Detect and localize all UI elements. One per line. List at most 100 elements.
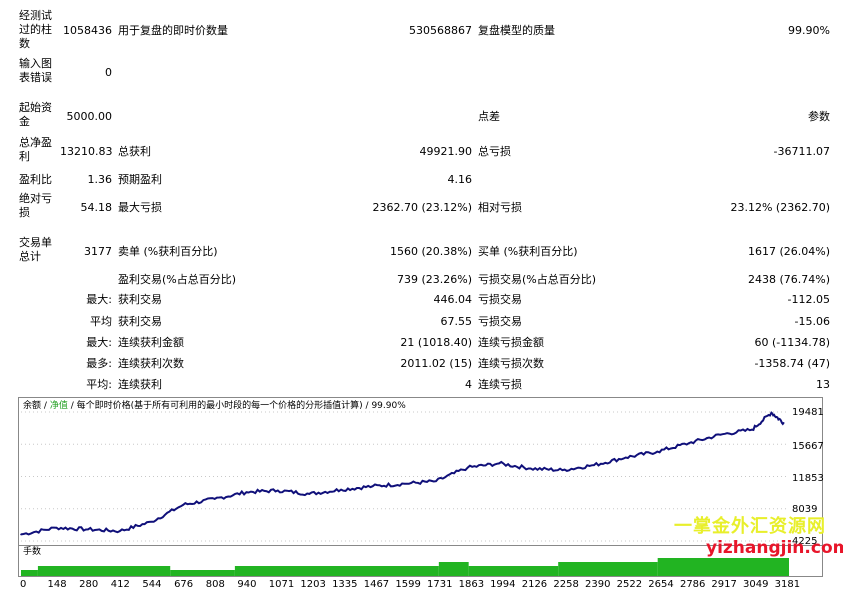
deposit-label: 起始资金 [19, 101, 52, 128]
x-tick-label: 1599 [395, 579, 421, 590]
volume-bar [21, 570, 38, 576]
max-consecutive-losses-value: 60 (-1134.78) [754, 336, 830, 349]
mismatch-value: 0 [105, 66, 112, 79]
balance-point [20, 533, 22, 536]
balance-point [87, 528, 89, 531]
max-consecutive-profit-value: 2011.02 (15) [400, 357, 472, 370]
average-prefix: 平均 [90, 315, 112, 328]
x-tick-label: 2258 [553, 579, 579, 590]
balance-point [403, 482, 406, 485]
x-tick-label: 2522 [616, 579, 643, 590]
expected-payoff-value: 4.16 [447, 173, 473, 186]
volume-bar [438, 562, 469, 576]
short-positions-label: 卖单 (%获利百分比) [118, 245, 218, 258]
largest-loss-value: -112.05 [787, 293, 830, 306]
max-consecutive-losses-label: 连续亏损金额 [478, 336, 544, 349]
max-drawdown-label: 最大亏损 [118, 201, 162, 214]
balance-point [656, 450, 659, 453]
volume-bar [234, 566, 439, 576]
mismatch-label: 输入图表错误 [19, 57, 52, 84]
deposit-value: 5000.00 [66, 110, 113, 123]
balance-point [435, 480, 437, 482]
x-axis: 0 148 280 412 544 676 808 940 1071 1203 1335 1467 15… [18, 577, 828, 593]
x-tick-label: 3181 [774, 579, 801, 590]
spread-value: 参数 [808, 110, 830, 123]
max-consecutive-wins-value: 21 (1018.40) [400, 336, 472, 349]
quality-label: 复盘模型的质量 [478, 24, 555, 37]
total-trades-label: 交易单总计 [19, 236, 52, 263]
quality-value: 99.90% [788, 24, 830, 37]
y-tick-label: 11853 [792, 473, 824, 484]
profit-trades-value: 739 (23.26%) [396, 273, 472, 286]
balance-point [624, 456, 627, 459]
max-consecutive-loss-value: -1358.74 (47) [754, 357, 830, 370]
abs-drawdown-value: 54.18 [80, 201, 113, 214]
volume-bar [37, 566, 171, 576]
max-drawdown-value: 2362.70 (23.12%) [372, 201, 472, 214]
balance-point [751, 428, 753, 431]
balance-point [371, 485, 374, 488]
x-tick-label: 2390 [585, 579, 611, 590]
x-tick-label: 1994 [490, 579, 516, 590]
x-tick-label: 1863 [458, 579, 485, 590]
max-consecutive-profit-label: 连续获利次数 [118, 357, 184, 370]
profit-factor-value: 1.36 [87, 173, 113, 186]
largest-profit-label: 获利交易 [118, 293, 162, 306]
balance-point [182, 504, 184, 506]
avg-consecutive-prefix: 平均: [86, 378, 112, 391]
avg-consecutive-wins-label: 连续获利 [118, 378, 162, 391]
balance-point [782, 422, 785, 424]
volume-bar [558, 562, 658, 576]
x-tick-label: 544 [142, 579, 162, 590]
x-tick-label: 1203 [300, 579, 326, 590]
avg-consecutive-wins-value: 4 [465, 378, 472, 391]
balance-point [118, 530, 121, 532]
avg-profit-label: 获利交易 [118, 315, 162, 328]
abs-drawdown-label: 绝对亏损 [19, 192, 52, 219]
gross-profit-label: 总获利 [118, 145, 151, 158]
x-tick-label: 2786 [679, 579, 706, 590]
x-tick-label: 808 [205, 579, 225, 590]
balance-point [276, 489, 279, 492]
gross-loss-value: -36711.07 [773, 145, 830, 158]
x-tick-label: 412 [110, 579, 130, 590]
volume-bar [657, 558, 789, 576]
gross-loss-label: 总亏损 [478, 145, 511, 158]
avg-consecutive-losses-value: 13 [816, 378, 830, 391]
total-trades-value: 3177 [84, 245, 112, 258]
balance-point [308, 493, 311, 495]
balance-point [770, 411, 773, 414]
net-profit-label: 总净盈利 [19, 136, 52, 163]
short-positions-value: 1560 (20.38%) [389, 245, 472, 258]
x-tick-label: 0 [20, 579, 27, 590]
balance-point [213, 498, 216, 500]
avg-consecutive-losses-label: 连续亏损 [478, 378, 522, 391]
balance-point [688, 442, 690, 444]
ticks-value: 530568867 [409, 24, 472, 37]
avg-profit-value: 67.55 [440, 315, 473, 328]
balance-point [529, 467, 532, 470]
volume-bar [468, 566, 559, 576]
watermark-url: yizhangjin.com [706, 538, 843, 558]
watermark-title: 一掌金外汇资源网 [674, 516, 826, 537]
balance-point [593, 464, 595, 466]
x-tick-label: 940 [237, 579, 257, 590]
x-tick-label: 676 [174, 579, 194, 590]
x-tick-label: 1731 [427, 579, 453, 590]
x-tick-label: 1335 [332, 579, 358, 590]
gross-profit-value: 49921.90 [419, 145, 473, 158]
net-profit-value: 13210.83 [60, 145, 113, 158]
max-consecutive-profit-prefix: 最多: [86, 357, 112, 370]
long-positions-label: 买单 (%获利百分比) [478, 245, 578, 258]
x-tick-label: 2654 [648, 579, 674, 590]
largest-profit-value: 446.04 [433, 293, 473, 306]
y-tick-label: 19481 [792, 407, 824, 418]
volume-plot [21, 558, 789, 576]
balance-point [150, 520, 153, 523]
x-tick-label: 1467 [363, 579, 390, 590]
balance-point [245, 491, 248, 493]
max-consecutive-wins-label: 连续获利金额 [118, 336, 184, 349]
balance-line [20, 411, 785, 536]
balance-point [498, 462, 500, 465]
x-tick-label: 2126 [521, 579, 548, 590]
